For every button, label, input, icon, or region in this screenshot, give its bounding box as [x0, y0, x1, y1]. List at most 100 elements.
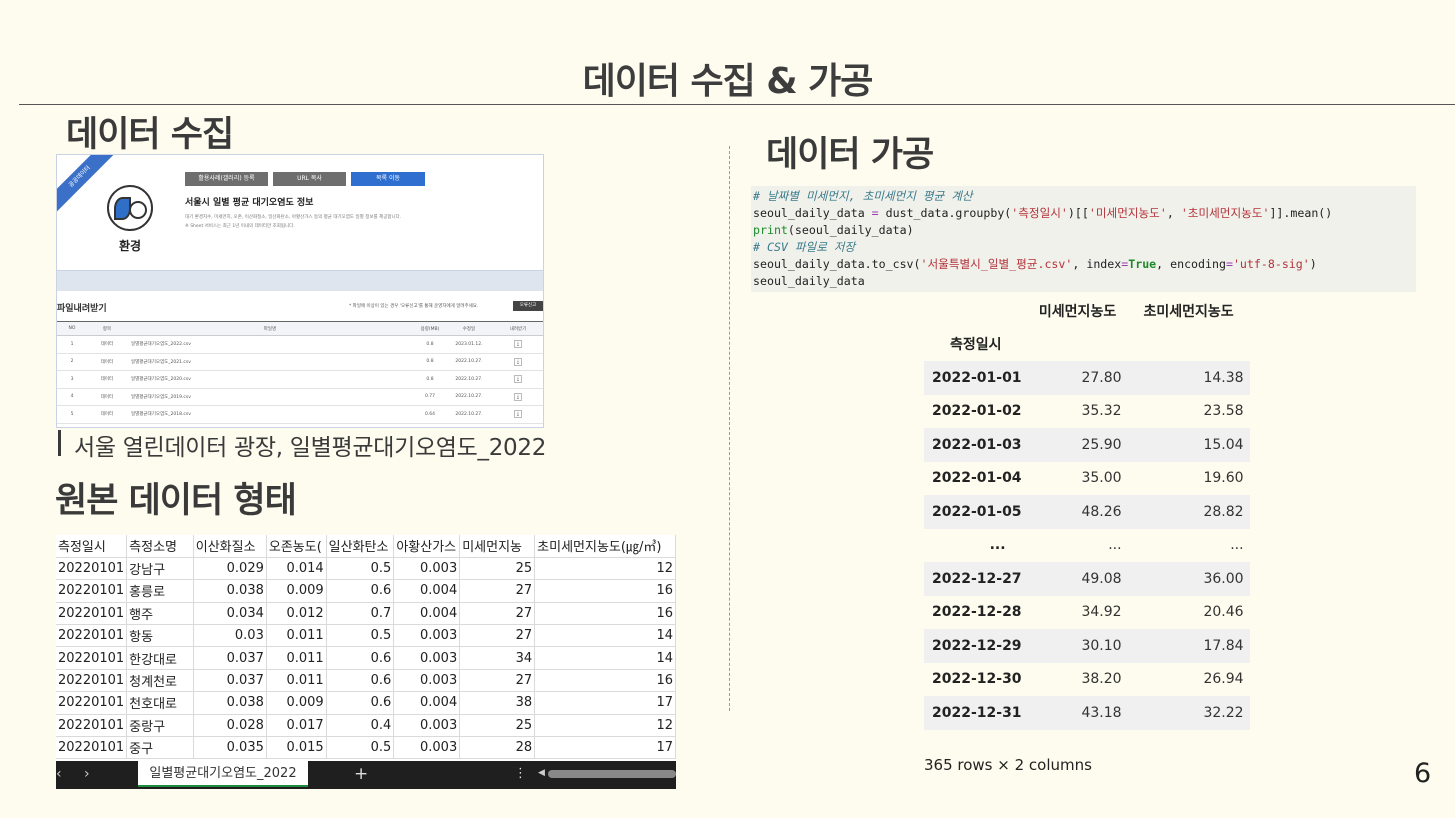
- spreadsheet-cell[interactable]: 20220101: [56, 714, 128, 738]
- spreadsheet-cell[interactable]: 20220101: [56, 669, 128, 693]
- spreadsheet-cell[interactable]: 16: [534, 579, 676, 603]
- pm25-value: 14.38: [1203, 369, 1244, 386]
- spreadsheet-cell[interactable]: 28: [459, 736, 536, 760]
- spreadsheet-cell[interactable]: 0.035: [193, 736, 267, 760]
- spreadsheet-cell[interactable]: 20220101: [56, 557, 128, 581]
- spreadsheet-cell[interactable]: 25: [459, 557, 536, 581]
- spreadsheet-cell[interactable]: 20220101: [56, 691, 128, 715]
- spreadsheet-cell[interactable]: 0.6: [326, 669, 395, 693]
- spreadsheet-cell[interactable]: 34: [459, 646, 536, 670]
- spreadsheet-cell[interactable]: 0.014: [266, 557, 327, 581]
- spreadsheet-cell[interactable]: 0.003: [393, 557, 461, 581]
- spreadsheet-cell[interactable]: 0.038: [193, 579, 267, 603]
- download-icon[interactable]: ⤓: [514, 410, 522, 419]
- spreadsheet-cell[interactable]: 14: [534, 624, 676, 648]
- spreadsheet-cell[interactable]: 중구: [126, 736, 194, 760]
- file-name-link[interactable]: 일별평균대기오염도_2021.csv: [127, 353, 413, 371]
- spreadsheet-cell[interactable]: 0.003: [393, 736, 461, 760]
- spreadsheet-cell[interactable]: 16: [534, 669, 676, 693]
- file-name-link[interactable]: 일별평균대기오염도_2022.csv: [127, 335, 413, 354]
- spreadsheet-cell[interactable]: 14: [534, 646, 676, 670]
- spreadsheet-cell[interactable]: 0.004: [393, 691, 461, 715]
- spreadsheet-cell[interactable]: 0.009: [266, 691, 327, 715]
- spreadsheet-cell[interactable]: 27: [459, 579, 536, 603]
- sheet-tab[interactable]: 일별평균대기오염도_2022: [138, 761, 308, 787]
- spreadsheet-cell[interactable]: 0.017: [266, 714, 327, 738]
- spreadsheet-cell[interactable]: 0.7: [326, 602, 395, 626]
- code-string: '서울특별시_일별_평균.csv': [920, 257, 1073, 271]
- spreadsheet-cell[interactable]: 0.028: [193, 714, 267, 738]
- add-sheet-icon[interactable]: +: [354, 764, 368, 784]
- file-name-link[interactable]: 일별평균대기오염도_2018.csv: [127, 405, 413, 424]
- spreadsheet-cell[interactable]: 청계천로: [126, 669, 194, 693]
- spreadsheet-cell[interactable]: 한강대로: [126, 646, 194, 670]
- code-token: )[[: [1067, 206, 1089, 220]
- spreadsheet-cell[interactable]: 0.003: [393, 624, 461, 648]
- download-icon[interactable]: ⤓: [514, 375, 522, 384]
- spreadsheet-cell[interactable]: 0.6: [326, 691, 395, 715]
- code-string: '미세먼지농도': [1088, 206, 1167, 220]
- scroll-left-icon[interactable]: ◀: [538, 768, 545, 778]
- next-sheet-icon[interactable]: ›: [84, 766, 90, 782]
- spreadsheet-cell[interactable]: 27: [459, 624, 536, 648]
- spreadsheet-cell[interactable]: 0.6: [326, 646, 395, 670]
- spreadsheet-cell[interactable]: 0.011: [266, 669, 327, 693]
- spreadsheet-cell[interactable]: 20220101: [56, 736, 128, 760]
- download-icon[interactable]: ⤓: [514, 340, 522, 349]
- spreadsheet-cell[interactable]: 20220101: [56, 646, 128, 670]
- file-name-link[interactable]: 일별평균대기오염도_2020.csv: [127, 370, 413, 389]
- spreadsheet-cell[interactable]: 0.034: [193, 602, 267, 626]
- report-error-button[interactable]: 오류신고: [513, 301, 543, 311]
- spreadsheet-cell[interactable]: 행주: [126, 602, 194, 626]
- spreadsheet-cell[interactable]: 0.009: [266, 579, 327, 603]
- spreadsheet-cell[interactable]: 0.015: [266, 736, 327, 760]
- row-number: 2: [57, 353, 87, 371]
- copy-url-button[interactable]: URL 복사: [273, 172, 346, 186]
- spreadsheet-cell[interactable]: 0.037: [193, 646, 267, 670]
- spreadsheet-cell[interactable]: 0.5: [326, 736, 395, 760]
- spreadsheet-cell[interactable]: 27: [459, 602, 536, 626]
- spreadsheet-cell[interactable]: 0.5: [326, 624, 395, 648]
- spreadsheet-cell[interactable]: 강남구: [126, 557, 194, 581]
- spreadsheet-cell[interactable]: 0.5: [326, 557, 395, 581]
- spreadsheet-cell[interactable]: 0.003: [393, 646, 461, 670]
- spreadsheet-cell[interactable]: 0.003: [393, 714, 461, 738]
- spreadsheet-cell[interactable]: 20220101: [56, 624, 128, 648]
- spreadsheet-cell[interactable]: 38: [459, 691, 536, 715]
- spreadsheet-cell[interactable]: 0.004: [393, 602, 461, 626]
- horizontal-scrollbar[interactable]: [548, 770, 676, 778]
- go-to-list-button[interactable]: 목록 이동: [351, 172, 425, 186]
- file-name-link[interactable]: 일별평균대기오염도_2019.csv: [127, 388, 413, 406]
- spreadsheet-cell[interactable]: 16: [534, 602, 676, 626]
- spreadsheet-cell[interactable]: 천호대로: [126, 691, 194, 715]
- spreadsheet-cell[interactable]: 17: [534, 736, 676, 760]
- prev-sheet-icon[interactable]: ‹: [56, 766, 62, 782]
- spreadsheet-cell[interactable]: 홍릉로: [126, 579, 194, 603]
- code-token: , encoding: [1156, 257, 1226, 271]
- spreadsheet-cell[interactable]: 0.011: [266, 646, 327, 670]
- spreadsheet-cell[interactable]: 20220101: [56, 579, 128, 603]
- spreadsheet-cell[interactable]: 0.004: [393, 579, 461, 603]
- spreadsheet-cell[interactable]: 0.037: [193, 669, 267, 693]
- spreadsheet-cell[interactable]: 중랑구: [126, 714, 194, 738]
- spreadsheet-cell[interactable]: 25: [459, 714, 536, 738]
- spreadsheet-cell[interactable]: 0.03: [193, 624, 267, 648]
- more-options-icon[interactable]: ⋮: [514, 766, 527, 781]
- dataframe-header-row: 미세먼지농도 초미세먼지농도: [924, 294, 1250, 328]
- spreadsheet-cell[interactable]: 0.003: [393, 669, 461, 693]
- spreadsheet-cell[interactable]: 12: [534, 557, 676, 581]
- spreadsheet-cell[interactable]: 0.011: [266, 624, 327, 648]
- spreadsheet-cell[interactable]: 0.012: [266, 602, 327, 626]
- download-icon[interactable]: ⤓: [514, 357, 522, 366]
- spreadsheet-cell[interactable]: 항동: [126, 624, 194, 648]
- register-gallery-button[interactable]: 활용사례(갤러리) 등록: [185, 172, 268, 186]
- spreadsheet-cell[interactable]: 0.029: [193, 557, 267, 581]
- download-icon[interactable]: ⤓: [514, 392, 522, 401]
- spreadsheet-cell[interactable]: 0.6: [326, 579, 395, 603]
- spreadsheet-cell[interactable]: 0.4: [326, 714, 395, 738]
- spreadsheet-cell[interactable]: 17: [534, 691, 676, 715]
- spreadsheet-cell[interactable]: 12: [534, 714, 676, 738]
- spreadsheet-cell[interactable]: 20220101: [56, 602, 128, 626]
- spreadsheet-cell[interactable]: 27: [459, 669, 536, 693]
- spreadsheet-cell[interactable]: 0.038: [193, 691, 267, 715]
